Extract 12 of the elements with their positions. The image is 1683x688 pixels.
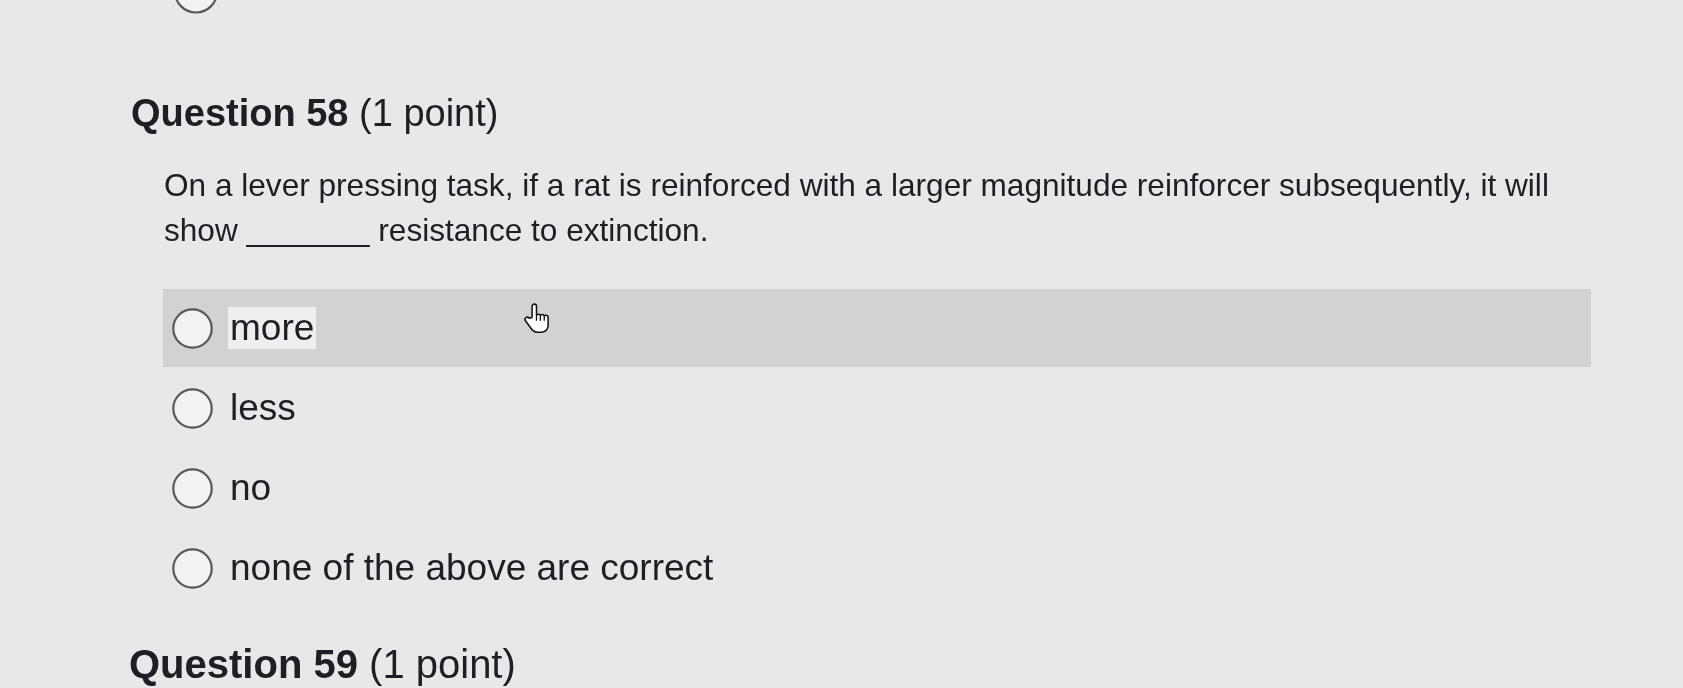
answer-option[interactable]: more <box>163 289 1591 367</box>
radio-button[interactable] <box>172 387 213 429</box>
answer-option[interactable]: less <box>163 369 1591 447</box>
answer-option[interactable]: none of the above are correct <box>163 529 1591 607</box>
answer-option[interactable]: no <box>163 449 1591 527</box>
radio-button[interactable] <box>172 467 213 509</box>
radio-button[interactable] <box>172 547 213 589</box>
question-text: On a lever pressing task, if a rat is reinforced with a larger magnitude reinforcer subsequently, it will show _______ resistance to extinction. <box>164 166 1550 250</box>
question-title: Question 59 (1 point) <box>129 642 516 686</box>
hand-cursor-icon <box>523 303 550 334</box>
radio-button[interactable] <box>172 307 213 349</box>
question-title: Question 58 (1 point) <box>131 91 499 136</box>
